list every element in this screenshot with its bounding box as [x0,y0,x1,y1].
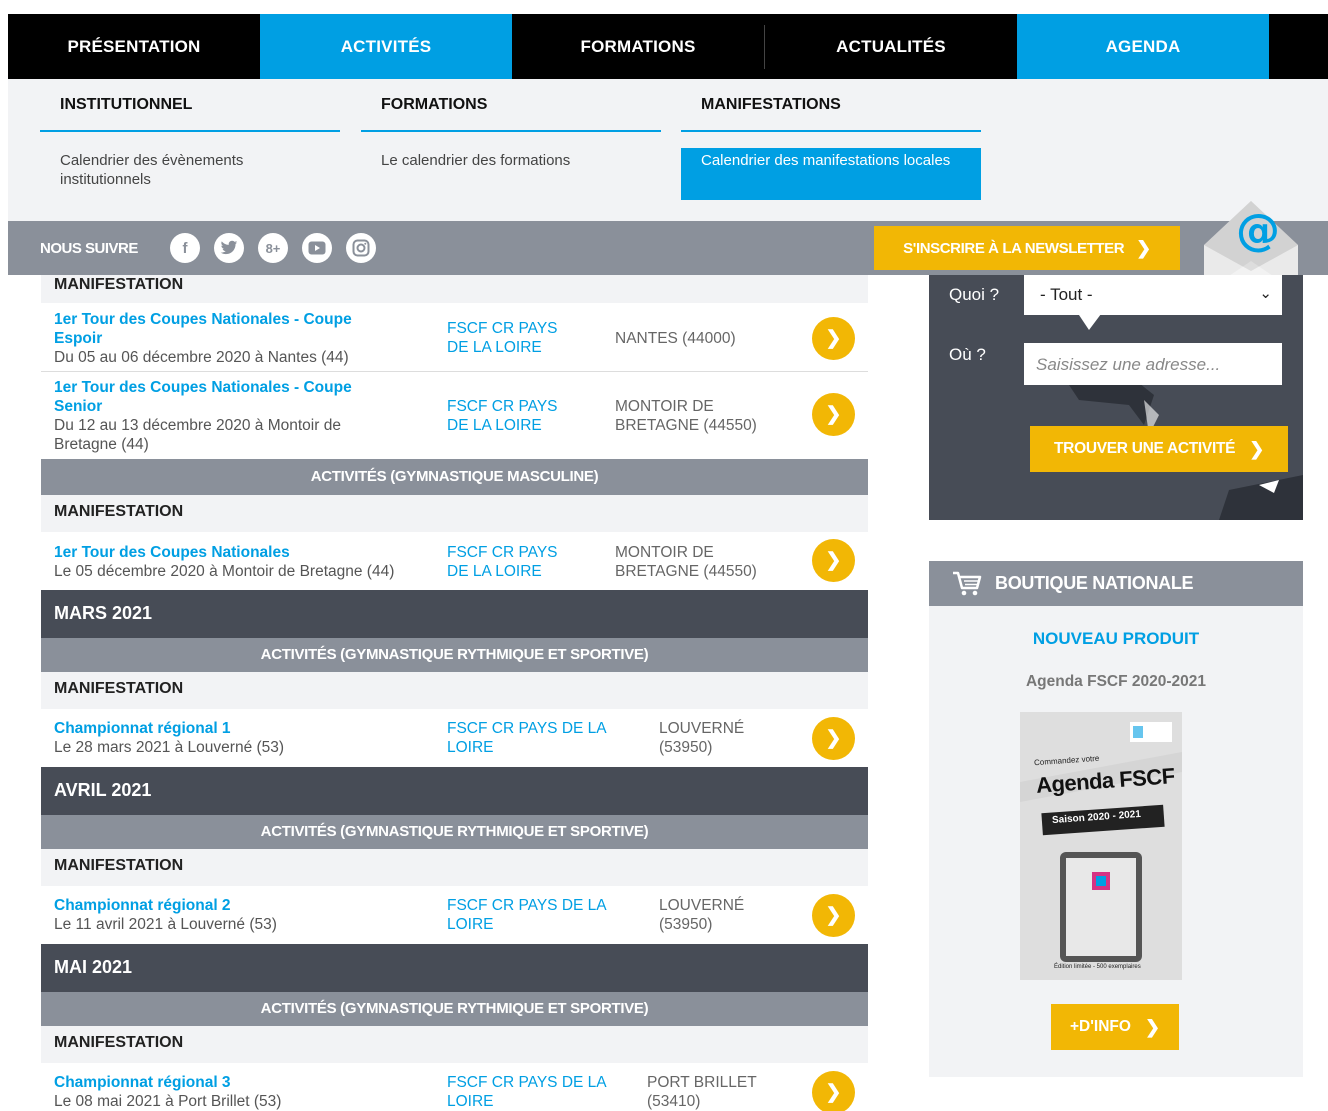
google-plus-icon[interactable]: 8+ [258,233,288,263]
event-organizer[interactable]: FSCF CR PAYS DE LA LOIRE [447,1073,627,1111]
newsletter-label: S'INSCRIRE À LA NEWSLETTER [903,239,1125,257]
youtube-icon[interactable] [302,233,332,263]
dropdown-link-active[interactable]: Calendrier des manifestations locales [681,148,981,200]
nav-item-agenda[interactable]: AGENDA [1017,14,1269,79]
event-arrow-button[interactable]: ❯ [812,393,855,436]
nav-item-actualites[interactable]: ACTUALITÉS [765,14,1017,79]
events-listing: MANIFESTATION 1er Tour des Coupes Nation… [41,275,868,1111]
address-input[interactable]: Saisissez une adresse... [1024,343,1282,385]
dropdown-heading[interactable]: INSTITUTIONNEL [40,79,340,132]
ou-label: Où ? [949,345,986,364]
product-name[interactable]: Agenda FSCF 2020-2021 [929,673,1303,691]
chevron-right-icon: ❯ [1144,1016,1161,1037]
event-title[interactable]: 1er Tour des Coupes Nationales [54,543,394,562]
activity-select[interactable]: - Tout - ⌄ [1024,275,1282,315]
event-organizer[interactable]: FSCF CR PAYS DE LA LOIRE [447,719,627,757]
dropdown-heading[interactable]: MANIFESTATIONS [681,79,981,132]
event-arrow-button[interactable]: ❯ [812,894,855,937]
find-activity-button[interactable]: TROUVER UNE ACTIVITÉ ❯ [1030,426,1288,472]
new-product-label: NOUVEAU PRODUIT [1032,629,1200,648]
activity-select-value: - Tout - [1040,285,1093,304]
event-organizer[interactable]: FSCF CR PAYS DE LA LOIRE [447,397,577,435]
section-manifestation: MANIFESTATION [41,672,868,709]
event-row: 1er Tour des Coupes Nationales - Coupe S… [41,372,868,459]
section-manifestation: MANIFESTATION [41,495,868,532]
follow-label: NOUS SUIVRE [40,240,138,257]
shop-header: BOUTIQUE NATIONALE [929,561,1303,606]
event-title[interactable]: Championnat régional 3 [54,1073,394,1092]
event-row: Championnat régional 1 Le 28 mars 2021 à… [41,709,868,767]
product-image[interactable]: Commandez votre Agenda FSCF Saison 2020 … [1020,712,1182,980]
event-row: Championnat régional 2 Le 11 avril 2021 … [41,886,868,944]
section-manifestation: MANIFESTATION [41,1026,868,1063]
event-organizer[interactable]: FSCF CR PAYS DE LA LOIRE [447,896,627,934]
nav-item-presentation[interactable]: PRÉSENTATION [8,14,260,79]
event-title[interactable]: 1er Tour des Coupes Nationales - Coupe E… [54,310,394,348]
facebook-icon[interactable]: f [170,233,200,263]
event-row: 1er Tour des Coupes Nationales - Coupe E… [41,303,868,372]
event-place: LOUVERNÉ (53950) [659,720,745,756]
event-date: Le 11 avril 2021 à Louverné (53) [54,916,277,933]
event-place: MONTOIR DE BRETAGNE (44550) [615,398,757,434]
more-info-button[interactable]: +D'INFO ❯ [1051,1004,1179,1050]
section-manifestation: MANIFESTATION [41,275,868,303]
main-nav: PRÉSENTATION ACTIVITÉS FORMATIONS ACTUAL… [8,14,1328,79]
event-date: Le 08 mai 2021 à Port Brillet (53) [54,1093,282,1110]
category-header: ACTIVITÉS (GYMNASTIQUE RYTHMIQUE ET SPOR… [41,638,868,672]
event-arrow-button[interactable]: ❯ [812,1071,855,1111]
event-date: Du 12 au 13 décembre 2020 à Montoir de B… [54,417,341,453]
month-header: AVRIL 2021 [41,767,868,815]
category-header: ACTIVITÉS (GYMNASTIQUE RYTHMIQUE ET SPOR… [41,992,868,1026]
dropdown-column-formations: FORMATIONS Le calendrier des formations [361,79,661,200]
event-title[interactable]: Championnat régional 2 [54,896,394,915]
agenda-dropdown: INSTITUTIONNEL Calendrier des évènements… [8,79,1328,221]
event-title[interactable]: 1er Tour des Coupes Nationales - Coupe S… [54,378,394,416]
event-place: PORT BRILLET (53410) [647,1074,757,1110]
category-header: ACTIVITÉS (GYMNASTIQUE RYTHMIQUE ET SPOR… [41,815,868,849]
dropdown-column-manifestations: MANIFESTATIONS Calendrier des manifestat… [681,79,981,200]
event-row: 1er Tour des Coupes Nationales Le 05 déc… [41,532,868,590]
event-row: Championnat régional 3 Le 08 mai 2021 à … [41,1063,868,1111]
activity-finder: Quoi ? - Tout - ⌄ Où ? Saisissez une adr… [929,275,1303,520]
event-organizer[interactable]: FSCF CR PAYS DE LA LOIRE [447,543,577,581]
event-organizer[interactable]: FSCF CR PAYS DE LA LOIRE [447,319,577,357]
month-header: MAI 2021 [41,944,868,992]
poster-edition: Édition limitée - 500 exemplaires [1054,964,1141,970]
shop-title: BOUTIQUE NATIONALE [995,573,1194,593]
chevron-right-icon: ❯ [1249,438,1264,459]
svg-text:@: @ [1236,205,1280,256]
social-bar: NOUS SUIVRE f 8+ S'INSCRIRE À LA NEWSLET… [8,221,1328,275]
dropdown-column-institutionnel: INSTITUTIONNEL Calendrier des évènements… [40,79,340,200]
dropdown-link[interactable]: Le calendrier des formations [361,148,661,200]
event-title[interactable]: Championnat régional 1 [54,719,394,738]
page: PRÉSENTATION ACTIVITÉS FORMATIONS ACTUAL… [0,0,1328,1111]
cart-icon [953,571,982,596]
event-arrow-button[interactable]: ❯ [812,317,855,360]
twitter-icon[interactable] [214,233,244,263]
nav-item-activites[interactable]: ACTIVITÉS [260,14,512,79]
event-date: Du 05 au 06 décembre 2020 à Nantes (44) [54,349,349,366]
dropdown-link[interactable]: Calendrier des évènements institutionnel… [40,148,340,200]
event-place: NANTES (44000) [615,330,736,347]
chevron-right-icon: ❯ [1136,237,1151,258]
event-date: Le 05 décembre 2020 à Montoir de Bretagn… [54,563,395,580]
category-header: ACTIVITÉS (GYMNASTIQUE MASCULINE) [41,459,868,495]
month-header: MARS 2021 [41,590,868,638]
event-arrow-button[interactable]: ❯ [812,717,855,760]
shop-widget: BOUTIQUE NATIONALE NOUVEAU PRODUIT Agend… [929,561,1303,1077]
quoi-label: Quoi ? [949,285,1000,304]
chevron-down-icon: ⌄ [1259,285,1272,302]
more-info-label: +D'INFO [1069,1018,1131,1035]
newsletter-button[interactable]: S'INSCRIRE À LA NEWSLETTER ❯ [874,226,1180,270]
instagram-icon[interactable] [346,233,376,263]
event-place: MONTOIR DE BRETAGNE (44550) [615,544,757,580]
event-date: Le 28 mars 2021 à Louverné (53) [54,739,285,756]
dropdown-heading[interactable]: FORMATIONS [361,79,661,132]
nav-item-formations[interactable]: FORMATIONS [512,14,764,79]
find-activity-label: TROUVER UNE ACTIVITÉ [1054,440,1236,457]
event-arrow-button[interactable]: ❯ [812,539,855,582]
section-manifestation: MANIFESTATION [41,849,868,886]
event-place: LOUVERNÉ (53950) [659,897,745,933]
